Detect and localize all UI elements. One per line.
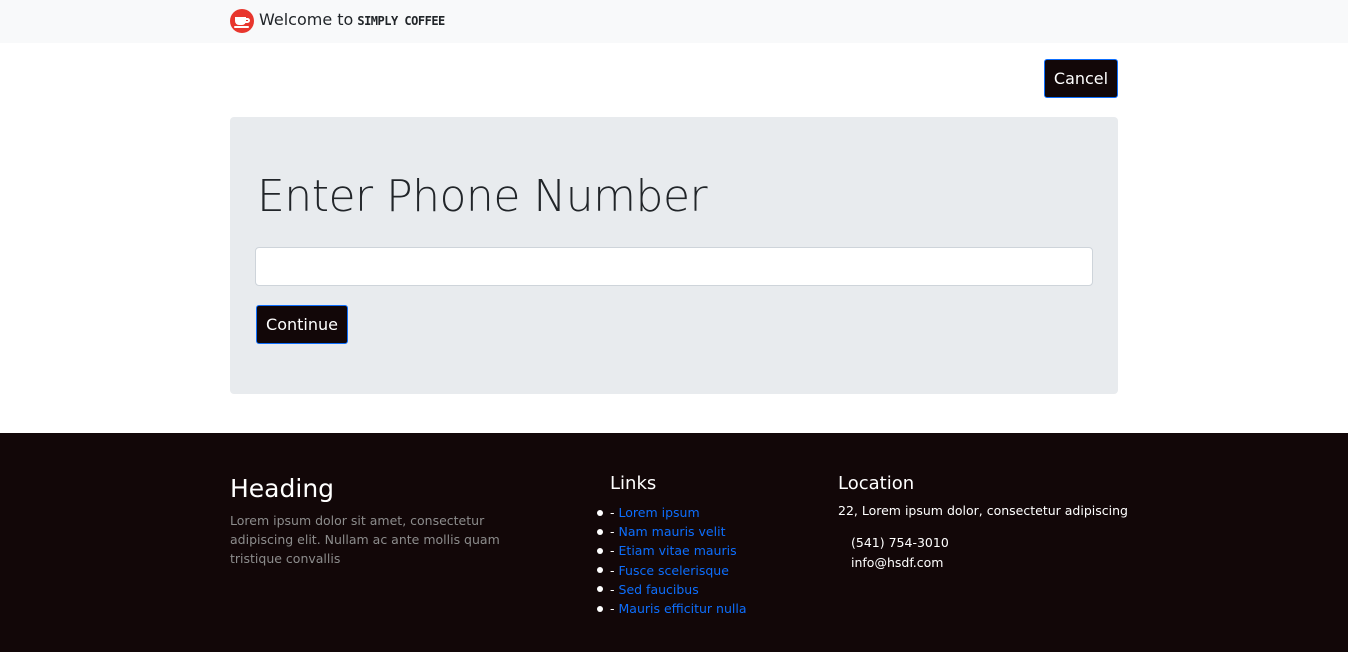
site-footer: Heading Lorem ipsum dolor sit amet, cons…: [0, 433, 1348, 652]
location-address: 22, Lorem ipsum dolor, consectetur adipi…: [838, 503, 1128, 518]
footer-link[interactable]: Nam mauris velit: [619, 522, 726, 541]
location-email: info@hsdf.com: [851, 555, 944, 570]
footer-heading: Heading: [230, 474, 335, 503]
location-phone: (541) 754-3010: [851, 535, 949, 550]
top-navbar: Welcome to SIMPLY COFFEE: [0, 0, 1348, 43]
bullet-icon: [597, 605, 603, 612]
link-prefix: -: [610, 562, 615, 578]
link-prefix: -: [610, 505, 615, 520]
coffee-cup-icon: [230, 8, 254, 33]
cancel-button[interactable]: Cancel: [1044, 59, 1118, 98]
page-title: Enter Phone Number: [257, 171, 708, 222]
links-title: Links: [610, 473, 657, 494]
list-item: - Sed faucibus: [597, 580, 747, 599]
link-prefix: -: [610, 524, 615, 540]
link-prefix: -: [610, 543, 615, 559]
bullet-icon: [597, 567, 603, 574]
continue-button[interactable]: Continue: [256, 305, 348, 344]
list-item: - Lorem ipsum: [597, 503, 747, 522]
list-item: - Fusce scelerisque: [597, 561, 747, 580]
list-item: - Etiam vitae mauris: [597, 541, 747, 560]
list-item: - Mauris efficitur nulla: [597, 599, 747, 618]
footer-links-list: - Lorem ipsum - Nam mauris velit - Etiam vi…: [597, 503, 747, 618]
footer-link[interactable]: Sed faucibus: [619, 580, 699, 599]
footer-link[interactable]: Etiam vitae mauris: [619, 541, 737, 560]
footer-link[interactable]: Mauris efficitur nulla: [619, 599, 747, 618]
link-prefix: -: [610, 601, 615, 617]
bullet-icon: [597, 586, 603, 593]
brand-name: SIMPLY COFFEE: [357, 14, 445, 28]
bullet-icon: [597, 548, 603, 554]
brand-link[interactable]: Welcome to SIMPLY COFFEE: [230, 8, 445, 33]
link-prefix: -: [610, 581, 615, 597]
footer-link[interactable]: Lorem ipsum: [619, 503, 700, 522]
phone-entry-panel: Enter Phone Number Continue: [230, 117, 1118, 394]
location-title: Location: [838, 473, 915, 494]
welcome-text: Welcome to: [259, 10, 354, 29]
list-item: - Nam mauris velit: [597, 522, 747, 541]
footer-description: Lorem ipsum dolor sit amet, consectetur …: [230, 513, 500, 566]
footer-link[interactable]: Fusce scelerisque: [619, 561, 729, 580]
bullet-icon: [597, 509, 603, 516]
phone-number-input[interactable]: [255, 247, 1093, 286]
bullet-icon: [597, 528, 603, 535]
brand-welcome: Welcome to SIMPLY COFFEE: [259, 8, 445, 33]
